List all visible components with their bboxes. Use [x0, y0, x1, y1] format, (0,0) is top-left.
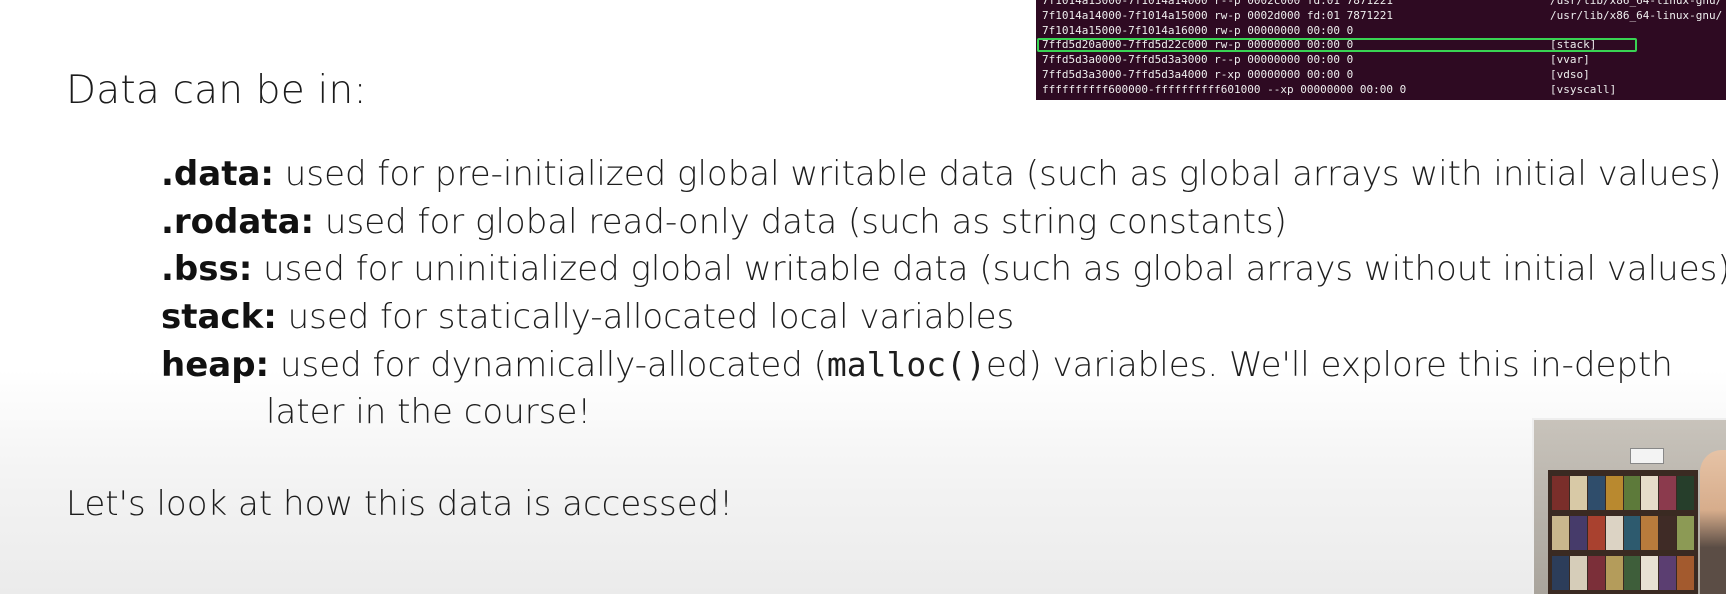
terminal-row: 7f1014a15000-7f1014a16000 rw-p 00000000 … — [1042, 24, 1726, 39]
terminal-row: 7ffd5d3a3000-7ffd5d3a4000 r-xp 00000000 … — [1042, 68, 1726, 83]
terminal-row-address: 7ffd5d3a3000-7ffd5d3a4000 r-xp 00000000 … — [1042, 67, 1354, 81]
terminal-row-stack-highlighted: 7ffd5d20a000-7ffd5d22c000 rw-p 00000000 … — [1037, 38, 1726, 53]
terminal-row-path: [vdso] — [1550, 67, 1590, 81]
terminal-row: 7ffd5d3a0000-7ffd5d3a3000 r--p 00000000 … — [1042, 53, 1726, 68]
terminal-row-path: [stack] — [1550, 38, 1597, 52]
bullet-data-section: .data: used for pre-initialized global w… — [161, 151, 1726, 199]
shelf-row — [1552, 476, 1694, 510]
terminal-row-address: 7ffd5d20a000-7ffd5d22c000 rw-p 00000000 … — [1042, 38, 1354, 52]
bullet-heap: heap: used for dynamically-allocated (ma… — [161, 341, 1726, 389]
shelf-row — [1552, 516, 1694, 550]
terminal-row-address: 7f1014a15000-7f1014a16000 rw-p 00000000 … — [1042, 23, 1354, 37]
webcam-thumbnail — [1532, 418, 1726, 594]
closing-text: Let's look at how this data is accessed! — [66, 484, 733, 524]
bullet-term: heap: — [161, 345, 270, 385]
slide-heading: Data can be in: — [66, 68, 367, 113]
bullet-stack: stack: used for statically-allocated loc… — [161, 294, 1726, 342]
bullet-text: used for pre-initialized global writable… — [274, 154, 1722, 194]
bullet-text: used for global read-only data (such as … — [314, 201, 1287, 242]
bullet-text: used for statically-allocated local vari… — [276, 296, 1015, 337]
bullet-term: .bss: — [161, 249, 253, 289]
bullet-bss-section: .bss: used for uninitialized global writ… — [161, 246, 1726, 294]
bullet-term: .data: — [161, 154, 274, 194]
bullet-text: used for dynamically-allocated ( — [269, 345, 827, 385]
terminal-row: 7f1014a14000-7f1014a15000 rw-p 0002d000 … — [1042, 9, 1726, 24]
terminal-row-address: 7f1014a14000-7f1014a15000 rw-p 0002d000 … — [1042, 8, 1393, 22]
terminal-row: 7f1014a13000-7f1014a14000 r--p 0002c000 … — [1042, 0, 1726, 9]
bullet-term: .rodata: — [161, 201, 315, 242]
terminal-row-path: /usr/lib/x86_64-linux-gnu/ — [1550, 8, 1723, 22]
code-snippet: malloc() — [826, 345, 986, 384]
terminal-row-path: /usr/lib/x86_64-linux-gnu/ — [1550, 0, 1723, 7]
bullet-text: used for uninitialized global writable d… — [252, 249, 1726, 289]
bullet-rodata-section: .rodata: used for global read-only data … — [161, 199, 1726, 247]
terminal-row-address: 7ffd5d3a0000-7ffd5d3a3000 r--p 00000000 … — [1042, 53, 1354, 67]
terminal-row-path: [vsyscall] — [1550, 82, 1617, 96]
terminal-memory-map: 7f1014a13000-7f1014a14000 r--p 0002c000 … — [1036, 0, 1726, 100]
terminal-row-address: 7f1014a13000-7f1014a14000 r--p 0002c000 … — [1042, 0, 1393, 7]
shelf-row — [1552, 556, 1694, 590]
bullet-term: stack: — [161, 296, 277, 337]
terminal-row: ffffffffff600000-ffffffffff601000 --xp 0… — [1042, 83, 1726, 98]
bullet-text: ed) variables. We'll explore this in-dep… — [985, 345, 1673, 385]
bullet-list: .data: used for pre-initialized global w… — [161, 151, 1726, 436]
bullet-heap-continuation: later in the course! — [266, 391, 592, 432]
terminal-row-address: ffffffffff600000-ffffffffff601000 --xp 0… — [1042, 82, 1407, 96]
presenter — [1700, 450, 1726, 594]
bookshelf — [1548, 470, 1698, 594]
wall-sign — [1630, 448, 1664, 464]
terminal-row-path: [vvar] — [1550, 53, 1590, 67]
